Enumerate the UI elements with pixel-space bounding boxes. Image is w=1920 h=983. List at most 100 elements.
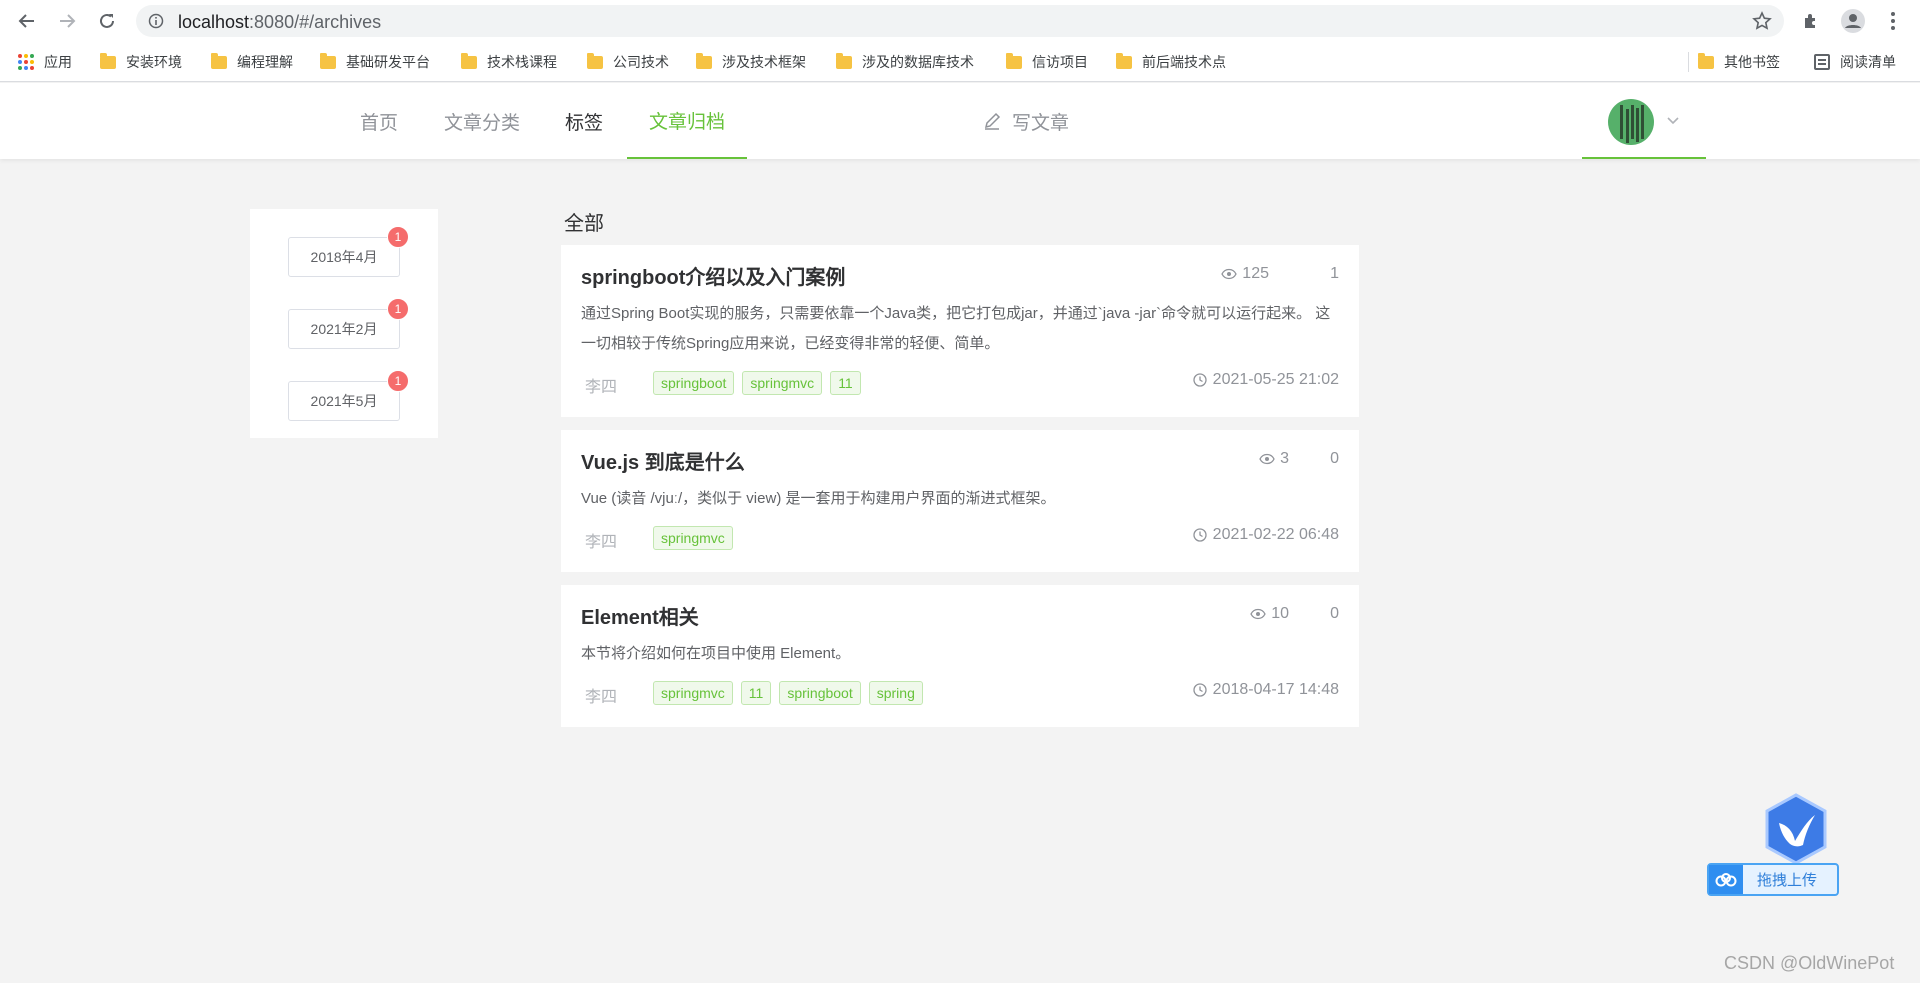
article-author: 李四 — [585, 379, 618, 396]
article-title[interactable]: Vue.js 到底是什么 — [581, 446, 745, 475]
star-icon[interactable] — [1752, 11, 1772, 31]
reading-list-icon — [1814, 54, 1830, 70]
bookmark-label: 涉及的数据库技术 — [862, 54, 974, 70]
bookmark-label: 前后端技术点 — [1142, 54, 1226, 70]
archive-month-label: 2021年2月 — [310, 321, 378, 337]
bookmark-folder[interactable]: 涉及技术框架 — [696, 51, 806, 73]
upload-widget[interactable]: 拖拽上传 — [1707, 793, 1839, 897]
bookmark-apps[interactable]: 应用 — [18, 51, 72, 73]
url-text[interactable]: localhost:8080/#/archives — [178, 12, 381, 33]
article-card[interactable]: Vue.js 到底是什么 3 0 Vue (读音 /vjuː/，类似于 view… — [561, 430, 1359, 572]
tag[interactable]: springboot — [653, 371, 735, 395]
date-text: 2018-04-17 14:48 — [1212, 681, 1339, 698]
profile-icon[interactable] — [1840, 8, 1866, 34]
avatar[interactable] — [1608, 99, 1654, 145]
bookmark-folder-other[interactable]: 其他书签 — [1698, 51, 1780, 73]
bookmark-folder[interactable]: 涉及的数据库技术 — [836, 51, 974, 73]
article-views: 3 — [1259, 450, 1289, 468]
info-icon[interactable] — [148, 13, 164, 29]
folder-icon — [587, 52, 603, 69]
folder-icon — [320, 52, 336, 69]
tag[interactable]: springmvc — [653, 681, 733, 705]
archive-month-button[interactable]: 2018年4月 1 — [288, 226, 409, 277]
article-author: 李四 — [585, 689, 618, 706]
url-host: localhost — [178, 12, 250, 32]
cloud-icon — [1709, 865, 1743, 894]
write-article-label: 写文章 — [1012, 112, 1070, 134]
forward-icon[interactable] — [52, 6, 82, 36]
address-bar[interactable]: localhost:8080/#/archives — [136, 5, 1784, 37]
bookmark-label: 编程理解 — [237, 54, 293, 70]
article-card[interactable]: springboot介绍以及入门案例 125 1 通过Spring Boot实现… — [561, 245, 1359, 417]
clock-icon — [1193, 683, 1207, 697]
folder-icon — [100, 52, 116, 69]
more-menu-icon[interactable] — [1880, 8, 1906, 34]
bookmarks-divider — [1688, 52, 1689, 72]
article-summary: 通过Spring Boot实现的服务，只需要依靠一个Java类，把它打包成jar… — [581, 305, 1331, 352]
write-article-link[interactable]: 写文章 — [982, 83, 1069, 159]
nav-tags[interactable]: 标签 — [544, 83, 624, 159]
section-title: 全部 — [564, 213, 604, 235]
pen-icon — [982, 111, 1002, 131]
archive-month-button[interactable]: 2021年2月 1 — [288, 298, 409, 349]
reload-icon[interactable] — [92, 6, 122, 36]
user-menu[interactable] — [1582, 83, 1706, 159]
bookmark-label: 信访项目 — [1032, 54, 1088, 70]
archive-month-label: 2021年5月 — [310, 393, 378, 409]
eye-icon — [1250, 608, 1266, 620]
comments-count: 0 — [1330, 605, 1339, 622]
article-summary: 本节将介绍如何在项目中使用 Element。 — [581, 645, 851, 662]
bookmark-folder[interactable]: 公司技术 — [587, 51, 669, 73]
bookmark-label: 涉及技术框架 — [722, 54, 806, 70]
archive-count-badge: 1 — [387, 226, 409, 248]
bookmark-folder[interactable]: 前后端技术点 — [1116, 51, 1226, 73]
clock-icon — [1193, 528, 1207, 542]
archive-month-button[interactable]: 2021年5月 1 — [288, 370, 409, 421]
article-views: 10 — [1250, 605, 1289, 623]
tag[interactable]: 11 — [740, 681, 772, 705]
bookmark-label: 公司技术 — [613, 54, 669, 70]
upload-label: 拖拽上传 — [1757, 872, 1818, 889]
views-count: 10 — [1271, 605, 1289, 622]
bookmark-folder[interactable]: 编程理解 — [211, 51, 293, 73]
bookmark-folder[interactable]: 安装环境 — [100, 51, 182, 73]
extensions-icon[interactable] — [1798, 8, 1824, 34]
browser-toolbar: localhost:8080/#/archives — [0, 0, 1920, 42]
article-tags: springboot springmvc 11 — [653, 371, 861, 395]
tag[interactable]: 11 — [830, 371, 861, 395]
article-card[interactable]: Element相关 10 0 本节将介绍如何在项目中使用 Element。 李四… — [561, 585, 1359, 727]
tag[interactable]: springmvc — [742, 371, 823, 395]
back-icon[interactable] — [12, 6, 42, 36]
article-date: 2021-05-25 21:02 — [1193, 371, 1339, 389]
apps-grid-icon — [18, 54, 34, 70]
bookmark-label: 阅读清单 — [1840, 54, 1896, 70]
folder-icon — [1006, 52, 1022, 69]
folder-icon — [211, 52, 227, 69]
drag-upload-button[interactable]: 拖拽上传 — [1707, 863, 1839, 896]
folder-icon — [696, 52, 712, 69]
date-text: 2021-05-25 21:02 — [1212, 371, 1339, 388]
chevron-down-icon[interactable] — [1666, 113, 1680, 125]
comments-count: 1 — [1330, 265, 1339, 282]
comments-count: 0 — [1330, 450, 1339, 467]
nav-archives[interactable]: 文章归档 — [627, 83, 747, 159]
nav-categories[interactable]: 文章分类 — [428, 83, 536, 159]
bird-logo-icon[interactable] — [1763, 793, 1829, 865]
url-path: :8080/#/archives — [249, 12, 382, 32]
folder-icon — [836, 52, 852, 69]
tag[interactable]: springmvc — [653, 526, 733, 550]
article-date: 2018-04-17 14:48 — [1193, 681, 1339, 699]
bookmark-folder[interactable]: 信访项目 — [1006, 51, 1088, 73]
article-title[interactable]: springboot介绍以及入门案例 — [581, 261, 845, 290]
bookmark-folder[interactable]: 技术栈课程 — [461, 51, 557, 73]
nav-home[interactable]: 首页 — [338, 83, 420, 159]
views-count: 125 — [1242, 265, 1269, 282]
bookmark-folder[interactable]: 基础研发平台 — [320, 51, 430, 73]
tag[interactable]: spring — [868, 681, 923, 705]
tag[interactable]: springboot — [779, 681, 861, 705]
eye-icon — [1221, 268, 1238, 280]
bookmark-label: 应用 — [44, 54, 72, 70]
eye-icon — [1259, 453, 1275, 465]
article-title[interactable]: Element相关 — [581, 601, 699, 630]
reading-list[interactable]: 阅读清单 — [1814, 51, 1896, 73]
